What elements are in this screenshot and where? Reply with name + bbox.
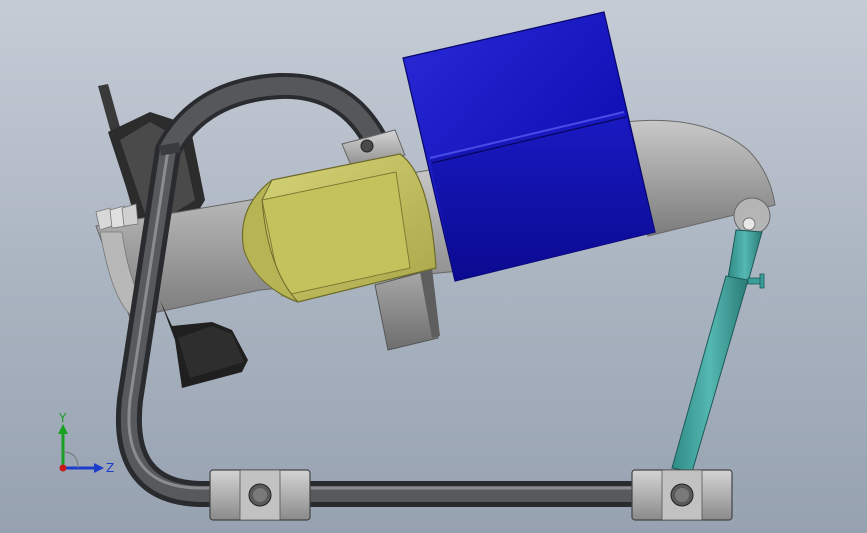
strut-lock-knob[interactable]	[747, 273, 765, 289]
assembly-model[interactable]	[0, 0, 867, 533]
z-axis-label: Z	[106, 461, 114, 475]
coordinate-triad: Y Z	[58, 411, 114, 475]
base-clamp-left[interactable]	[209, 469, 311, 521]
base-clamp-right[interactable]	[631, 469, 733, 521]
support-strut[interactable]	[671, 229, 765, 473]
z-axis-arrowhead	[94, 463, 104, 473]
strut-pivot[interactable]	[733, 197, 771, 235]
triad-origin	[59, 464, 67, 472]
y-axis-label: Y	[58, 411, 67, 425]
cad-graphics-viewport[interactable]: Y Z	[0, 0, 867, 533]
lower-handle-grip[interactable]	[160, 300, 248, 388]
y-axis-arrowhead	[58, 424, 68, 434]
